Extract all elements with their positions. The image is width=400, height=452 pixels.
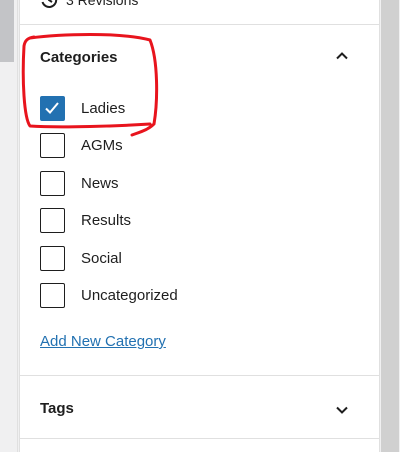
category-checkbox-social[interactable] (40, 245, 65, 271)
category-label: Social (81, 249, 122, 267)
tags-panel-header[interactable]: Tags (20, 375, 379, 439)
settings-sidebar-panel: 3 Revisions Categories Ladies AGMs News (19, 0, 380, 452)
category-label: News (81, 174, 119, 192)
category-label: Ladies (81, 100, 126, 117)
categories-panel-header[interactable]: Categories (20, 26, 379, 90)
revisions-icon (40, 0, 58, 9)
category-label: Uncategorized (81, 286, 178, 304)
category-checkbox-ladies[interactable] (40, 96, 65, 121)
left-background (0, 0, 18, 452)
category-item-uncategorized[interactable]: Uncategorized (40, 282, 340, 320)
revisions-row[interactable]: 3 Revisions (20, 0, 379, 25)
right-scrollbar-thumb[interactable] (381, 0, 399, 452)
category-item-results[interactable]: Results (40, 208, 340, 245)
add-new-category-link[interactable]: Add New Category (40, 333, 166, 350)
category-checkbox-agms[interactable] (40, 133, 65, 159)
left-scroll-thumb[interactable] (0, 0, 14, 62)
category-item-agms[interactable]: AGMs (40, 133, 340, 170)
chevron-up-icon[interactable] (334, 48, 350, 64)
category-checkbox-uncategorized[interactable] (40, 282, 65, 308)
category-label: AGMs (81, 137, 123, 155)
categories-title: Categories (40, 49, 118, 66)
category-item-social[interactable]: Social (40, 245, 340, 283)
category-item-news[interactable]: News (40, 170, 340, 208)
revisions-label: 3 Revisions (66, 0, 139, 8)
checkmark-icon (45, 102, 59, 114)
categories-list: Ladies AGMs News Results Social Uncatego… (40, 96, 340, 320)
category-checkbox-results[interactable] (40, 208, 65, 234)
chevron-down-icon[interactable] (334, 402, 350, 418)
tags-title: Tags (40, 400, 74, 417)
category-label: Results (81, 212, 132, 230)
category-checkbox-news[interactable] (40, 170, 65, 196)
category-item-ladies[interactable]: Ladies (40, 96, 340, 133)
